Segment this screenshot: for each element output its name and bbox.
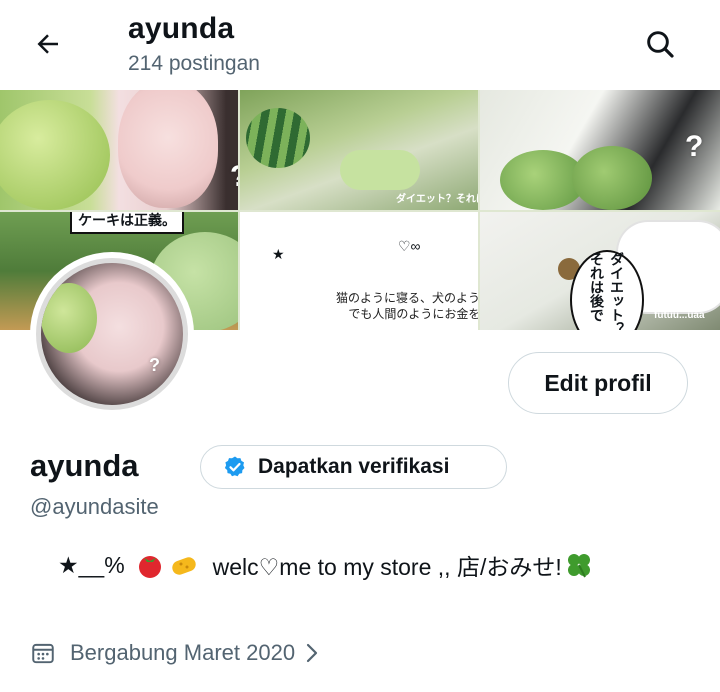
melon-bag-image-2 bbox=[572, 146, 652, 210]
banner-tile-3: ? bbox=[480, 90, 720, 210]
melon-image bbox=[0, 100, 110, 210]
back-button[interactable] bbox=[28, 24, 68, 64]
display-name: ayunda bbox=[30, 448, 139, 483]
chevron-right-icon[interactable] bbox=[305, 642, 319, 664]
banner-caption-small: ダイエット？それは後で bbox=[396, 194, 478, 205]
question-mark: ? bbox=[230, 160, 238, 194]
question-mark: ? bbox=[149, 355, 160, 375]
search-icon bbox=[647, 31, 674, 58]
banner-caption-cake: ケーキは正義。 bbox=[70, 212, 184, 234]
top-bar: ayunda 214 postingan bbox=[0, 0, 720, 90]
get-verified-label: Dapatkan verifikasi bbox=[258, 455, 450, 478]
face-image bbox=[118, 90, 218, 208]
banner-caption-cat: 猫のように寝る、犬のように走る、 でも人間のようにお金を使う。 bbox=[336, 291, 478, 321]
clover-icon bbox=[567, 554, 590, 578]
joined-label: Bergabung Maret 2020 bbox=[70, 640, 296, 665]
heart-text: ♡∞ bbox=[398, 238, 421, 254]
star-text: ★ bbox=[272, 246, 285, 262]
header-title: ayunda bbox=[128, 12, 235, 45]
banner-tile-2: ダイエット？それは後で bbox=[240, 90, 478, 210]
banner-credit: futuu...uaa bbox=[654, 310, 705, 321]
avatar[interactable]: ? bbox=[36, 258, 188, 410]
banner-tile-1: ? bbox=[0, 90, 238, 210]
joined-date: Bergabung Maret 2020 bbox=[30, 640, 319, 666]
search-button[interactable] bbox=[638, 22, 682, 66]
get-verified-button[interactable]: Dapatkan verifikasi bbox=[200, 445, 507, 489]
edit-profile-button[interactable]: Edit profil bbox=[508, 352, 688, 414]
avatar-melon bbox=[41, 283, 97, 353]
calendar-icon bbox=[32, 643, 54, 664]
post-count: 214 postingan bbox=[128, 52, 260, 75]
profile-bio: ★__% welc♡me to my store ,, 店/おみせ! bbox=[58, 548, 596, 582]
sponge-icon bbox=[171, 557, 196, 575]
tomato-icon bbox=[138, 556, 161, 578]
question-mark: ? bbox=[685, 130, 704, 163]
bio-text: welc♡me to my store ,, 店/おみせ! bbox=[212, 554, 562, 580]
watermelon-image bbox=[246, 108, 310, 168]
boot-image bbox=[340, 150, 420, 190]
verified-badge-icon bbox=[224, 456, 245, 477]
bio-prefix: ★__% bbox=[58, 551, 125, 578]
user-handle: @ayundasite bbox=[30, 494, 159, 519]
arrow-left-icon bbox=[37, 34, 58, 54]
banner-tile-5: ★ ♡∞ 猫のように寝る、犬のように走る、 でも人間のようにお金を使う。 bbox=[240, 212, 478, 330]
